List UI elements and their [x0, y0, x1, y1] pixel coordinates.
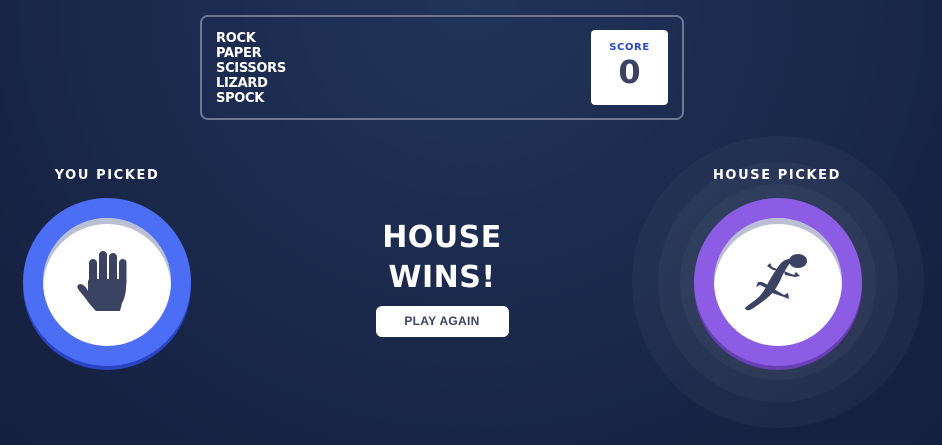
game-header: ROCK PAPER SCISSORS LIZARD SPOCK SCORE 0 [200, 15, 684, 120]
title-line-spock: SPOCK [216, 91, 265, 106]
score-box: SCORE 0 [591, 30, 668, 105]
you-picked-label: YOU PICKED [54, 168, 160, 183]
token-face [714, 218, 842, 346]
play-again-button[interactable]: PLAY AGAIN [375, 306, 509, 337]
game-title: ROCK PAPER SCISSORS LIZARD SPOCK [216, 31, 286, 106]
title-line-lizard: LIZARD [216, 76, 268, 91]
result-text: HOUSE WINS! [382, 220, 502, 295]
score-value: 0 [618, 53, 641, 91]
title-line-paper: PAPER [216, 46, 262, 61]
result-panel: HOUSE WINS! PLAY AGAIN [330, 218, 554, 337]
token-face [43, 218, 171, 346]
title-line-scissors: SCISSORS [216, 61, 286, 76]
score-label: SCORE [609, 42, 650, 53]
paper-hand-icon [77, 251, 127, 311]
house-choice-token [694, 198, 862, 370]
player-choice-token [23, 198, 191, 370]
lizard-icon [745, 254, 807, 311]
title-line-rock: ROCK [216, 31, 256, 46]
